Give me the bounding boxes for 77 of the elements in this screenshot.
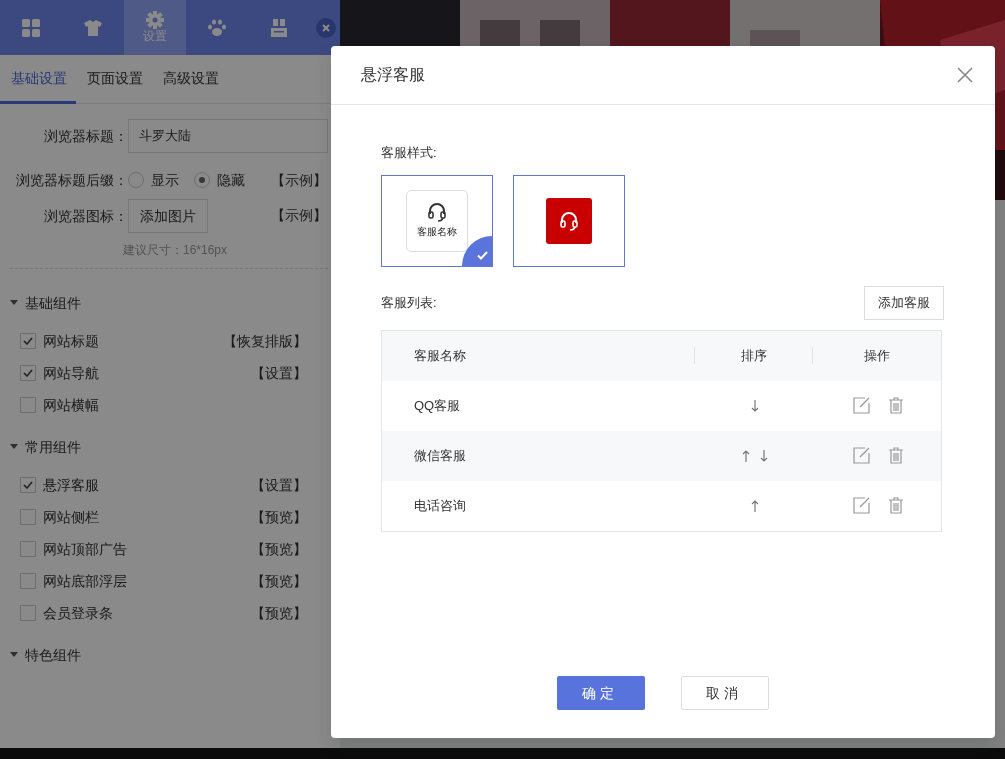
- component-label: 网站导航: [43, 363, 99, 383]
- style-option[interactable]: [513, 174, 625, 267]
- group-title[interactable]: 特色组件: [25, 644, 81, 666]
- edit-icon[interactable]: [853, 447, 870, 464]
- component-label: 网站顶部广告: [43, 539, 127, 559]
- checkbox[interactable]: [20, 333, 36, 349]
- checkbox[interactable]: [20, 541, 36, 557]
- headset-icon: [427, 202, 447, 222]
- action-link[interactable]: 【设置】: [251, 474, 307, 496]
- preview-label: 客服名称: [417, 225, 457, 239]
- add-service-button[interactable]: 添加客服: [864, 285, 944, 320]
- radio-label: 隐藏: [217, 170, 245, 190]
- component-label: 网站侧栏: [43, 507, 99, 527]
- settings-tab[interactable]: 高级设置: [152, 55, 228, 104]
- check-icon: [23, 337, 33, 345]
- cancel-button[interactable]: 取消: [681, 676, 769, 710]
- dialog-title: 悬浮客服: [361, 65, 425, 85]
- blocks-icon: [271, 18, 287, 37]
- action-link[interactable]: 【恢复排版】: [223, 330, 307, 352]
- checkbox[interactable]: [20, 477, 36, 493]
- close-icon: [322, 23, 330, 32]
- sort-arrows-icon[interactable]: [742, 449, 768, 462]
- component-label: 网站横幅: [43, 395, 99, 415]
- radio-label: 显示: [151, 170, 179, 190]
- checkbox[interactable]: [20, 509, 36, 525]
- trash-icon[interactable]: [888, 497, 904, 514]
- component-label: 会员登录条: [43, 603, 113, 623]
- title-input[interactable]: 斗罗大陆: [128, 119, 328, 153]
- field-label: 浏览器标题：: [43, 126, 128, 146]
- close-button[interactable]: [316, 17, 336, 38]
- service-name: 电话咨询: [414, 497, 466, 513]
- column-header: 操作: [864, 346, 890, 365]
- component-label: 悬浮客服: [43, 475, 99, 495]
- column-header: 排序: [740, 346, 767, 365]
- add-image-button[interactable]: 添加图片: [128, 199, 208, 233]
- edit-icon[interactable]: [853, 397, 870, 414]
- shirt-icon: [84, 19, 102, 36]
- section-label: 客服列表:: [381, 293, 437, 312]
- component-label: 网站标题: [43, 331, 99, 351]
- edit-icon[interactable]: [853, 497, 870, 514]
- section-label: 客服样式:: [381, 144, 438, 162]
- settings-tab[interactable]: 页面设置: [76, 55, 152, 104]
- example-link[interactable]: 【示例】: [271, 169, 327, 191]
- check-icon: [23, 369, 33, 377]
- grid-icon: [22, 18, 40, 37]
- trash-icon[interactable]: [888, 397, 904, 414]
- example-link[interactable]: 【示例】: [271, 205, 327, 226]
- sort-arrows-icon[interactable]: [751, 399, 759, 412]
- field-label: 浏览器图标：: [43, 206, 128, 226]
- service-name: 微信客服: [414, 447, 466, 463]
- checkbox[interactable]: [20, 573, 36, 589]
- action-link[interactable]: 【设置】: [251, 362, 307, 384]
- gear-icon: [146, 11, 164, 30]
- service-name: QQ客服: [414, 397, 461, 413]
- settings-tab[interactable]: 基础设置: [0, 55, 76, 104]
- field-label: 浏览器标题后缀：: [15, 170, 128, 190]
- action-link[interactable]: 【预览】: [251, 506, 307, 528]
- column-header: 客服名称: [414, 347, 466, 363]
- close-icon: [957, 67, 973, 83]
- group-title[interactable]: 基础组件: [25, 292, 81, 314]
- checkbox[interactable]: [20, 365, 36, 381]
- close-button[interactable]: [957, 67, 973, 83]
- checkbox[interactable]: [20, 397, 36, 413]
- action-link[interactable]: 【预览】: [251, 538, 307, 560]
- check-icon: [23, 481, 33, 489]
- trash-icon[interactable]: [888, 447, 904, 464]
- checkbox[interactable]: [20, 605, 36, 621]
- sort-arrows-icon[interactable]: [751, 499, 759, 512]
- headset-icon: [559, 210, 579, 231]
- action-link[interactable]: 【预览】: [251, 602, 307, 624]
- paw-icon: [207, 18, 227, 37]
- group-title[interactable]: 常用组件: [25, 436, 81, 458]
- action-link[interactable]: 【预览】: [251, 570, 307, 592]
- component-label: 网站底部浮层: [43, 571, 127, 591]
- confirm-button[interactable]: 确定: [557, 676, 645, 710]
- style-option[interactable]: 客服名称: [381, 174, 493, 267]
- check-icon: [477, 250, 488, 260]
